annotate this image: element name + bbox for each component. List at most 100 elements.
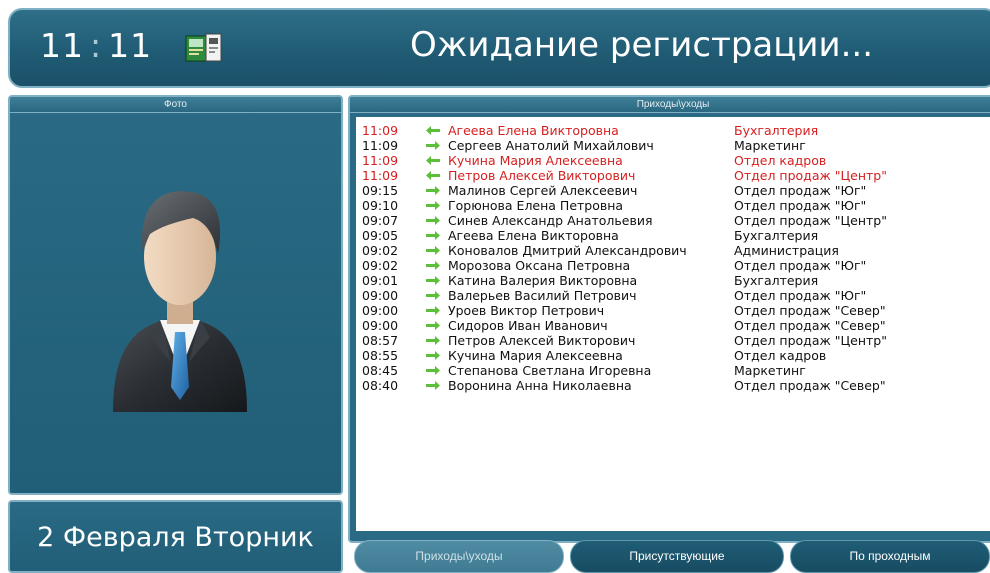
log-row[interactable]: 09:00 Валерьев Василий Петрович Отдел прод… <box>356 288 990 303</box>
log-employee-name: Малинов Сергей Алексеевич <box>448 183 638 198</box>
log-time: 08:40 <box>362 378 399 393</box>
log-department: Отдел кадров <box>734 153 827 168</box>
log-panel-title: Приходы\уходы <box>350 97 990 113</box>
log-time: 11:09 <box>362 123 399 138</box>
log-row[interactable]: 09:00 Сидоров Иван Иванович Отдел продаж "… <box>356 318 990 333</box>
log-employee-name: Сидоров Иван Иванович <box>448 318 608 333</box>
log-department: Отдел продаж "Север" <box>734 378 886 393</box>
entry-arrow-icon <box>426 321 440 330</box>
log-employee-name: Катина Валерия Викторовна <box>448 273 638 288</box>
exit-arrow-icon <box>426 156 440 165</box>
log-time: 09:15 <box>362 183 399 198</box>
log-employee-name: Петров Алексей Викторович <box>448 333 636 348</box>
entry-arrow-icon <box>426 291 440 300</box>
clock-hour: 11 <box>40 26 84 65</box>
log-department: Отдел продаж "Центр" <box>734 213 887 228</box>
log-employee-name: Горюнова Елена Петровна <box>448 198 624 213</box>
entry-arrow-icon <box>426 246 440 255</box>
log-time: 09:00 <box>362 303 399 318</box>
attendance-log-list[interactable]: 11:09 Агеева Елена Викторовна Бухгалтерия 1… <box>356 117 990 531</box>
log-department: Бухгалтерия <box>734 123 819 138</box>
log-department: Отдел продаж "Центр" <box>734 333 887 348</box>
log-department: Отдел продаж "Юг" <box>734 183 867 198</box>
entry-arrow-icon <box>426 216 440 225</box>
log-employee-name: Синев Александр Анатольевия <box>448 213 653 228</box>
log-department: Отдел продаж "Север" <box>734 318 886 333</box>
log-employee-name: Уроев Виктор Петрович <box>448 303 605 318</box>
log-row[interactable]: 09:02 Морозова Оксана Петровна Отдел прода… <box>356 258 990 273</box>
log-row[interactable]: 09:00 Уроев Виктор Петрович Отдел продаж "… <box>356 303 990 318</box>
log-time: 08:55 <box>362 348 399 363</box>
log-row[interactable]: 08:55 Кучина Мария Алексеевна Отдел кадров <box>356 348 990 363</box>
registration-status: Ожидание регистрации... <box>410 25 874 65</box>
log-time: 11:09 <box>362 138 399 153</box>
log-department: Бухгалтерия <box>734 228 819 243</box>
log-row[interactable]: 09:05 Агеева Елена Викторовна Бухгалтерия <box>356 228 990 243</box>
clock-separator: : <box>90 26 103 65</box>
entry-arrow-icon <box>426 201 440 210</box>
log-department: Бухгалтерия <box>734 273 819 288</box>
log-time: 09:01 <box>362 273 399 288</box>
view-tabs: Приходы\уходы Присутствующие По проходным <box>348 540 990 573</box>
log-row[interactable]: 11:09 Кучина Мария Алексеевна Отдел кадров <box>356 153 990 168</box>
log-department: Отдел продаж "Центр" <box>734 168 887 183</box>
log-time: 09:00 <box>362 318 399 333</box>
log-time: 09:10 <box>362 198 399 213</box>
log-time: 08:57 <box>362 333 399 348</box>
log-row[interactable]: 11:09 Петров Алексей Викторович Отдел прод… <box>356 168 990 183</box>
exit-arrow-icon <box>426 171 440 180</box>
tab-present[interactable]: Присутствующие <box>570 540 784 573</box>
log-time: 09:02 <box>362 258 399 273</box>
tab-arrivals-departures[interactable]: Приходы\уходы <box>354 540 564 573</box>
current-date: 2 Февраля Вторник <box>37 522 314 553</box>
entry-arrow-icon <box>426 261 440 270</box>
log-time: 09:00 <box>362 288 399 303</box>
log-employee-name: Петров Алексей Викторович <box>448 168 636 183</box>
entry-arrow-icon <box>426 351 440 360</box>
log-row[interactable]: 08:45 Степанова Светлана Игоревна Маркетин… <box>356 363 990 378</box>
businessman-avatar-icon <box>113 191 247 412</box>
log-department: Отдел продаж "Юг" <box>734 198 867 213</box>
log-time: 11:09 <box>362 168 399 183</box>
log-employee-name: Морозова Оксана Петровна <box>448 258 631 273</box>
log-department: Отдел продаж "Север" <box>734 303 886 318</box>
log-row[interactable]: 11:09 Сергеев Анатолий Михайлович Маркетин… <box>356 138 990 153</box>
photo-panel-title: Фото <box>10 97 341 113</box>
clock: 11:11 <box>40 26 152 65</box>
photo-panel: Фото <box>8 95 343 495</box>
log-row[interactable]: 09:10 Горюнова Елена Петровна Отдел продаж… <box>356 198 990 213</box>
log-employee-name: Кучина Мария Алексеевна <box>448 153 623 168</box>
log-row[interactable]: 09:01 Катина Валерия Викторовна Бухгалтери… <box>356 273 990 288</box>
log-time: 09:07 <box>362 213 399 228</box>
log-row[interactable]: 11:09 Агеева Елена Викторовна Бухгалтерия <box>356 123 990 138</box>
log-row[interactable]: 09:07 Синев Александр Анатольевия Отдел пр… <box>356 213 990 228</box>
log-employee-name: Сергеев Анатолий Михайлович <box>448 138 654 153</box>
log-employee-name: Воронина Анна Николаевна <box>448 378 632 393</box>
entry-arrow-icon <box>426 231 440 240</box>
entry-arrow-icon <box>426 276 440 285</box>
log-row[interactable]: 08:57 Петров Алексей Викторович Отдел прод… <box>356 333 990 348</box>
log-time: 08:45 <box>362 363 399 378</box>
log-employee-name: Валерьев Василий Петрович <box>448 288 637 303</box>
entry-arrow-icon <box>426 381 440 390</box>
attendance-log-panel: Приходы\уходы 11:09 Агеева Елена Викторов… <box>348 95 990 543</box>
log-time: 09:02 <box>362 243 399 258</box>
log-employee-name: Агеева Елена Викторовна <box>448 123 619 138</box>
log-time: 09:05 <box>362 228 399 243</box>
clock-minute: 11 <box>108 26 153 65</box>
log-row[interactable]: 09:02 Коновалов Дмитрий Александрович Адми… <box>356 243 990 258</box>
log-row[interactable]: 09:15 Малинов Сергей Алексеевич Отдел прод… <box>356 183 990 198</box>
tab-by-checkpoint[interactable]: По проходным <box>790 540 990 573</box>
entry-arrow-icon <box>426 306 440 315</box>
log-department: Отдел продаж "Юг" <box>734 258 867 273</box>
log-employee-name: Степанова Светлана Игоревна <box>448 363 652 378</box>
entry-arrow-icon <box>426 186 440 195</box>
entry-arrow-icon <box>426 366 440 375</box>
id-card-reader-icon[interactable] <box>185 33 223 63</box>
log-department: Отдел продаж "Юг" <box>734 288 867 303</box>
log-department: Администрация <box>734 243 839 258</box>
log-employee-name: Агеева Елена Викторовна <box>448 228 619 243</box>
log-row[interactable]: 08:40 Воронина Анна Николаевна Отдел прода… <box>356 378 990 393</box>
log-department: Отдел кадров <box>734 348 827 363</box>
log-employee-name: Коновалов Дмитрий Александрович <box>448 243 687 258</box>
